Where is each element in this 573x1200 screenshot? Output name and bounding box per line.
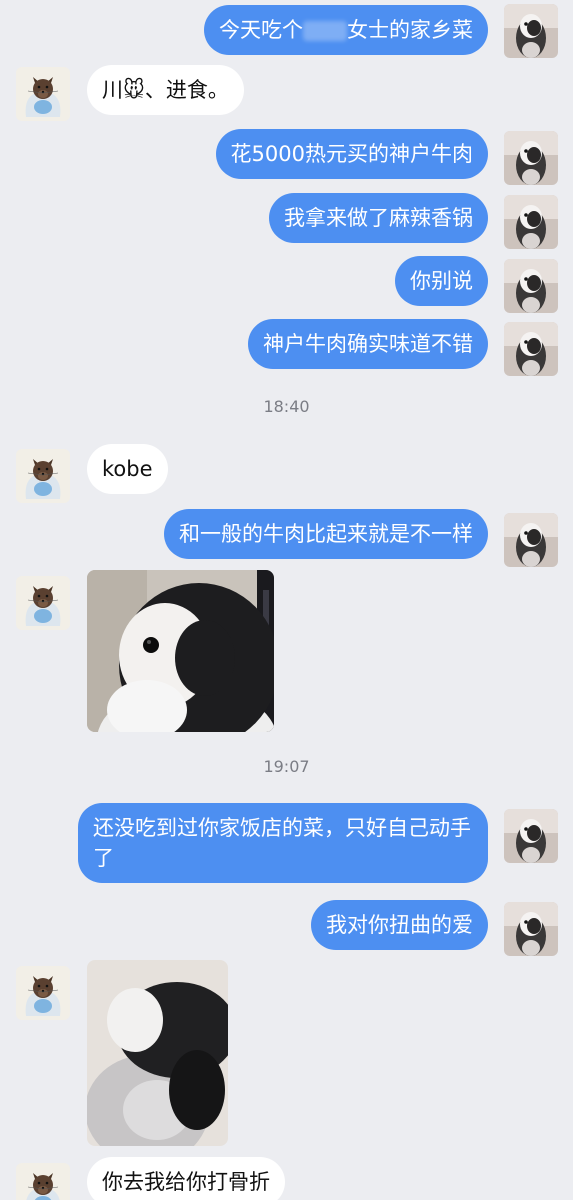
penguin-plush-icon xyxy=(504,131,558,185)
friend-avatar[interactable] xyxy=(16,449,70,503)
penguin-plush-photo xyxy=(87,960,228,1146)
penguin-plush-icon xyxy=(504,513,558,567)
outgoing-message-bubble[interactable]: 我拿来做了麻辣香锅 xyxy=(269,193,488,243)
friend-avatar[interactable] xyxy=(16,966,70,1020)
incoming-message-bubble[interactable]: 你去我给你打骨折 xyxy=(87,1157,285,1200)
self-avatar[interactable] xyxy=(504,513,558,567)
self-avatar[interactable] xyxy=(504,809,558,863)
timestamp: 18:40 xyxy=(263,397,310,416)
self-avatar[interactable] xyxy=(504,322,558,376)
friend-avatar[interactable] xyxy=(16,1163,70,1200)
squirrel-icon xyxy=(16,67,70,121)
incoming-photo-message[interactable] xyxy=(87,570,274,732)
outgoing-message-bubble[interactable]: 还没吃到过你家饭店的菜，只好自己动手了 xyxy=(78,803,488,883)
outgoing-message-bubble[interactable]: 今天吃个 女士的家乡菜 xyxy=(204,5,488,55)
outgoing-message-bubble[interactable]: 神户牛肉确实味道不错 xyxy=(248,319,488,369)
self-avatar[interactable] xyxy=(504,131,558,185)
friend-avatar[interactable] xyxy=(16,67,70,121)
outgoing-message-bubble[interactable]: 花5000热元买的神户牛肉 xyxy=(215,129,488,179)
penguin-plush-icon xyxy=(504,195,558,249)
self-avatar[interactable] xyxy=(504,902,558,956)
squirrel-icon xyxy=(16,1163,70,1200)
incoming-photo-message[interactable] xyxy=(87,960,228,1146)
squirrel-icon xyxy=(16,576,70,630)
self-avatar[interactable] xyxy=(504,259,558,313)
incoming-message-bubble[interactable]: 川🐭、进食。 xyxy=(87,65,244,115)
penguin-plush-icon xyxy=(504,322,558,376)
penguin-plush-icon xyxy=(504,4,558,58)
outgoing-message-bubble[interactable]: 你别说 xyxy=(395,256,488,306)
friend-avatar[interactable] xyxy=(16,576,70,630)
timestamp: 19:07 xyxy=(263,757,310,776)
squirrel-icon xyxy=(16,966,70,1020)
incoming-message-bubble[interactable]: kobe xyxy=(87,444,168,494)
penguin-plush-icon xyxy=(504,902,558,956)
message-text: 女士的家乡菜 xyxy=(347,18,473,42)
message-text: 今天吃个 xyxy=(219,18,303,42)
penguin-plush-icon xyxy=(504,809,558,863)
penguin-plush-photo xyxy=(87,570,274,732)
squirrel-icon xyxy=(16,449,70,503)
redacted-name-blur xyxy=(303,21,347,41)
penguin-plush-icon xyxy=(504,259,558,313)
outgoing-message-bubble[interactable]: 我对你扭曲的爱 xyxy=(311,900,488,950)
outgoing-message-bubble[interactable]: 和一般的牛肉比起来就是不一样 xyxy=(164,509,488,559)
self-avatar[interactable] xyxy=(504,195,558,249)
self-avatar[interactable] xyxy=(504,4,558,58)
